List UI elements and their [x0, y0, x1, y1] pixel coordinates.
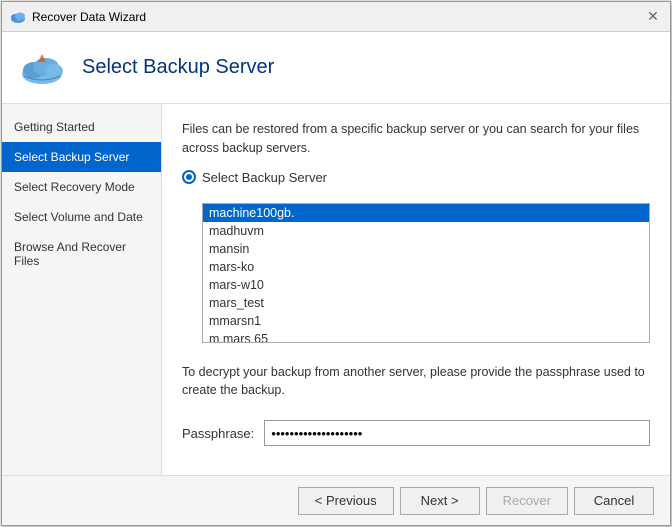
- list-item[interactable]: mmarsn1: [203, 312, 649, 330]
- list-item[interactable]: machine100gb.: [203, 204, 649, 222]
- passphrase-label: Passphrase:: [182, 426, 254, 441]
- passphrase-input[interactable]: [264, 420, 650, 446]
- radio-select-backup-server[interactable]: [182, 170, 196, 184]
- close-button[interactable]: ✕: [644, 8, 662, 26]
- list-item[interactable]: mars-ko: [203, 258, 649, 276]
- select-backup-server-label: Select Backup Server: [202, 170, 327, 185]
- sidebar-item-browse-and-recover-files[interactable]: Browse And Recover Files: [2, 232, 161, 276]
- description-text: Files can be restored from a specific ba…: [182, 120, 650, 158]
- title-bar-left: Recover Data Wizard: [10, 9, 146, 25]
- select-backup-server-option[interactable]: Select Backup Server: [182, 170, 650, 185]
- page-title: Select Backup Server: [82, 56, 274, 79]
- list-item[interactable]: mars_test: [203, 294, 649, 312]
- main-window: Recover Data Wizard ✕ Select Backup Serv…: [1, 1, 671, 526]
- list-item[interactable]: mars-w10: [203, 276, 649, 294]
- server-listbox[interactable]: machine100gb. madhuvm mansin mars-ko mar…: [202, 203, 650, 343]
- sidebar-item-select-backup-server[interactable]: Select Backup Server: [2, 142, 161, 172]
- recover-button[interactable]: Recover: [486, 487, 568, 515]
- app-icon: [10, 9, 26, 25]
- title-bar: Recover Data Wizard ✕: [2, 2, 670, 32]
- sidebar-item-select-recovery-mode[interactable]: Select Recovery Mode: [2, 172, 161, 202]
- sidebar-item-getting-started[interactable]: Getting Started: [2, 112, 161, 142]
- sidebar: Getting Started Select Backup Server Sel…: [2, 104, 162, 475]
- main-area: Getting Started Select Backup Server Sel…: [2, 104, 670, 475]
- previous-button[interactable]: < Previous: [298, 487, 394, 515]
- list-item[interactable]: mansin: [203, 240, 649, 258]
- window-title: Recover Data Wizard: [32, 10, 146, 24]
- decrypt-description: To decrypt your backup from another serv…: [182, 363, 650, 401]
- cancel-button[interactable]: Cancel: [574, 487, 654, 515]
- next-button[interactable]: Next >: [400, 487, 480, 515]
- list-item[interactable]: m.mars 65: [203, 330, 649, 343]
- content-area: Files can be restored from a specific ba…: [162, 104, 670, 475]
- sidebar-item-select-volume-and-date[interactable]: Select Volume and Date: [2, 202, 161, 232]
- footer: < Previous Next > Recover Cancel: [2, 475, 670, 525]
- passphrase-row: Passphrase:: [182, 420, 650, 446]
- wizard-icon: [18, 44, 66, 92]
- header-area: Select Backup Server: [2, 32, 670, 104]
- list-item[interactable]: madhuvm: [203, 222, 649, 240]
